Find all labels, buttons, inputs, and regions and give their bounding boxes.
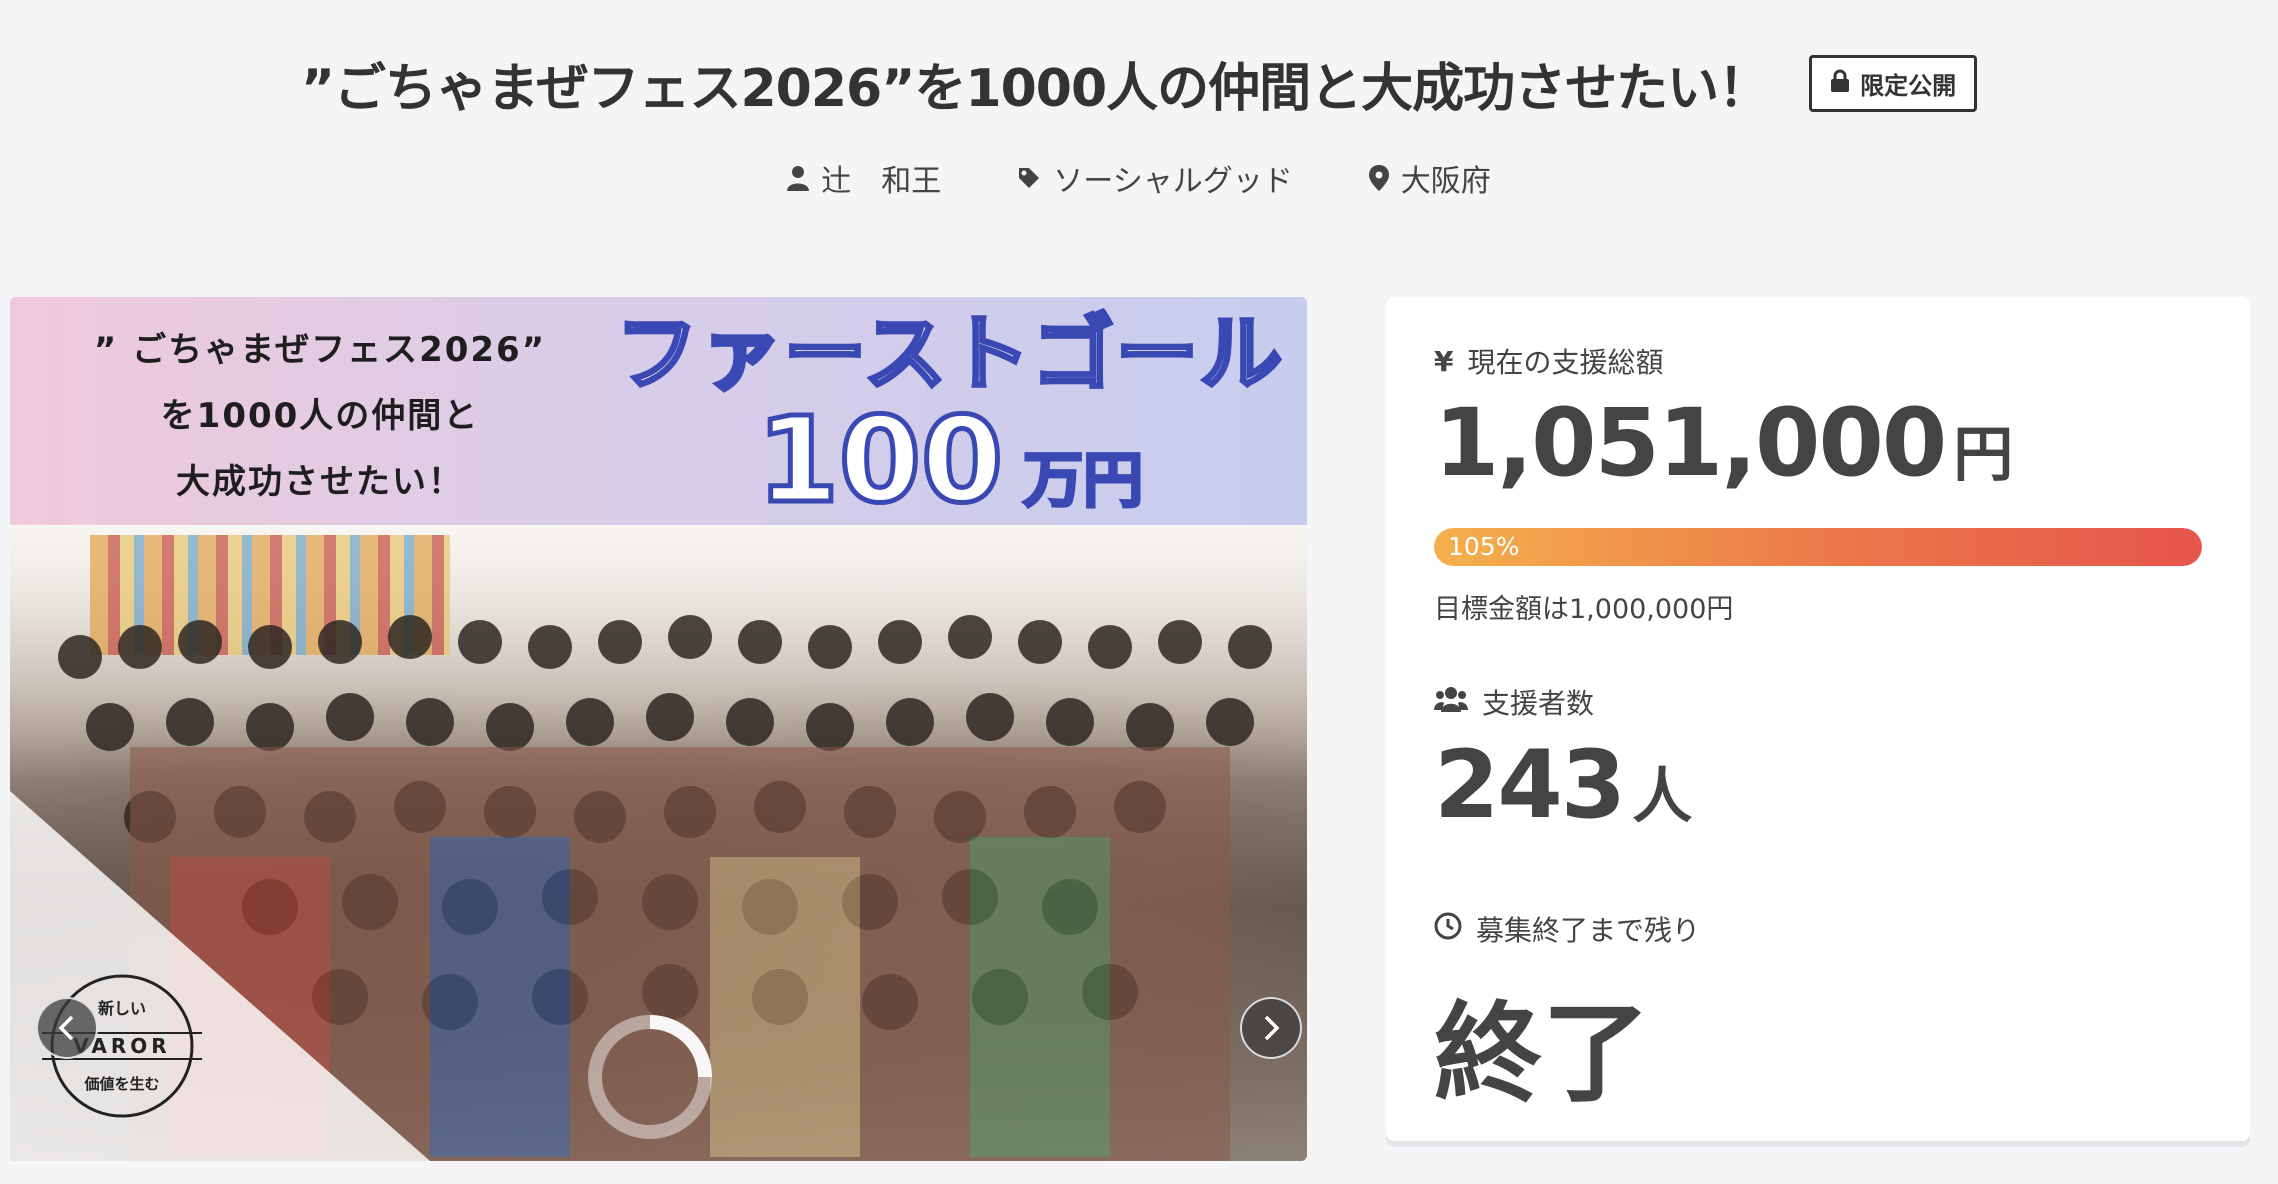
- location-link[interactable]: 大阪府: [1368, 156, 1491, 200]
- category-name: ソーシャルグッド: [1053, 164, 1293, 199]
- yen-icon: ¥: [1434, 344, 1454, 378]
- funding-progress-text: 105%: [1448, 532, 1520, 561]
- owner-link[interactable]: 辻 和王: [787, 156, 941, 200]
- tag-icon: [1017, 166, 1041, 190]
- total-amount-label: 現在の支援総額: [1467, 346, 1664, 379]
- backers-count: 243 人: [1434, 731, 1692, 840]
- users-icon: [1434, 686, 1468, 719]
- title-row: ”ごちゃまぜフェス2026”を1000人の仲間と大成功させたい！ 限定公開: [0, 46, 2278, 121]
- total-amount-value: 1,051,000: [1434, 389, 1947, 498]
- remaining-value: 終了: [1434, 992, 1651, 1117]
- remaining-label: 募集終了まで残り: [1476, 914, 1701, 947]
- logo-bottom-text: 価値を生む: [84, 1075, 160, 1093]
- map-pin-icon: [1368, 165, 1389, 191]
- owner-name: 辻 和王: [821, 164, 942, 199]
- page-title: ”ごちゃまぜフェス2026”を1000人の仲間と大成功させたい！: [300, 59, 1770, 119]
- user-icon: [787, 165, 810, 191]
- private-badge: 限定公開: [1809, 55, 1978, 112]
- private-badge-label: 限定公開: [1860, 72, 1957, 100]
- total-amount-label-row: ¥ 現在の支援総額: [1434, 341, 1664, 381]
- category-link[interactable]: ソーシャルグッド: [1017, 156, 1293, 200]
- clock-icon: [1434, 912, 1462, 947]
- funding-stats-card: ¥ 現在の支援総額 1,051,000 円 105% 目標金額は1,000,00…: [1386, 297, 2250, 1141]
- goal-amount-text: 目標金額は1,000,000円: [1434, 594, 1734, 625]
- backers-count-value: 243: [1434, 731, 1626, 840]
- hero-image[interactable]: ” ごちゃまぜフェス2026” を1000人の仲間と 大成功させたい！ ファース…: [10, 297, 1307, 1161]
- chevron-left-icon: [58, 1015, 74, 1041]
- funding-progress-bar: 105%: [1434, 528, 2202, 566]
- loading-spinner-icon: [588, 1015, 712, 1139]
- carousel-prev-button[interactable]: [36, 997, 98, 1059]
- backers-label: 支援者数: [1482, 687, 1595, 720]
- remaining-label-row: 募集終了まで残り: [1434, 909, 1700, 949]
- chevron-right-icon: [1264, 1015, 1280, 1041]
- lock-icon: [1830, 69, 1850, 99]
- total-amount-unit: 円: [1953, 420, 2014, 490]
- backers-label-row: 支援者数: [1434, 682, 1594, 722]
- project-meta: 辻 和王 ソーシャルグッド 大阪府: [0, 156, 2278, 200]
- backers-count-unit: 人: [1632, 762, 1693, 832]
- total-amount: 1,051,000 円: [1434, 389, 2013, 498]
- location-name: 大阪府: [1400, 164, 1491, 199]
- funding-progress-fill: [1434, 528, 2202, 566]
- carousel-next-button[interactable]: [1240, 997, 1302, 1059]
